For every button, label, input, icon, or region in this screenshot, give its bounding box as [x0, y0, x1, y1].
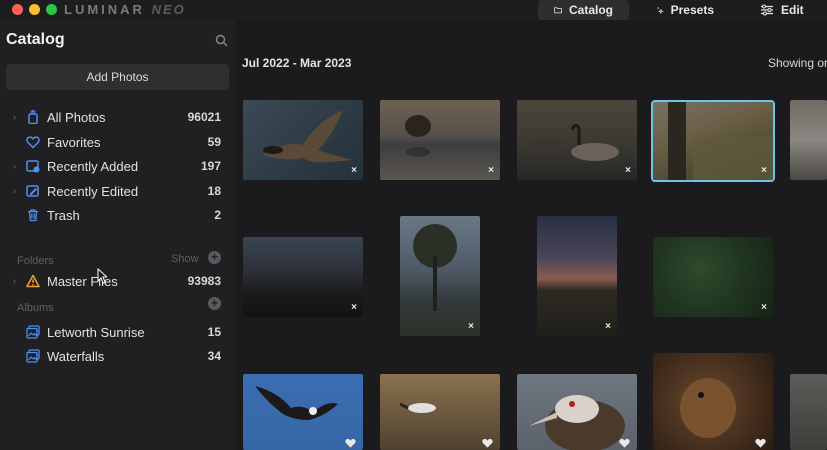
mouse-cursor-icon [97, 268, 107, 284]
heart-icon [26, 136, 40, 149]
zoom-window-button[interactable] [46, 4, 57, 15]
photo-thumbnail-bird-reeds[interactable] [380, 374, 500, 450]
sidebar-item-all-photos[interactable]: › All Photos 96021 [0, 106, 236, 128]
tab-edit-label: Edit [781, 3, 804, 17]
sidebar: Catalog Add Photos › All Photos 96021 Fa… [0, 20, 236, 450]
item-count: 15 [207, 325, 221, 339]
favorite-heart-icon[interactable] [619, 438, 630, 448]
sidebar-item-label: Letworth Sunrise [47, 324, 145, 340]
trash-icon [28, 209, 38, 222]
reject-badge-icon[interactable]: × [761, 165, 767, 176]
sidebar-item-label: All Photos [47, 109, 106, 125]
reject-badge-icon[interactable]: × [351, 165, 357, 176]
minimize-window-button[interactable] [29, 4, 40, 15]
sidebar-item-label: Trash [47, 207, 80, 223]
photo-thumbnail-beaver-closeup[interactable] [653, 353, 773, 450]
recently-added-icon [26, 160, 40, 173]
tab-presets-label: Presets [670, 3, 714, 17]
sidebar-item-label: Master Files [47, 273, 118, 289]
close-window-button[interactable] [12, 4, 23, 15]
beaver-silhouette-icon [405, 115, 431, 157]
tab-catalog[interactable]: Catalog [538, 0, 629, 20]
title-bar: LUMINAR NEO Catalog Presets Edit [0, 0, 827, 20]
add-photos-button[interactable]: Add Photos [6, 64, 229, 90]
photo-thumbnail-partial[interactable] [790, 374, 827, 450]
tab-edit[interactable]: Edit [744, 0, 824, 20]
photo-thumbnail-tree-valley[interactable]: × [400, 216, 480, 336]
sparkle-icon [657, 7, 664, 15]
chevron-right-icon[interactable]: › [13, 112, 16, 122]
add-album-plus-icon[interactable]: + [208, 297, 221, 310]
sidebar-item-waterfalls[interactable]: Waterfalls 34 [0, 345, 236, 367]
chevron-right-icon[interactable]: › [13, 276, 16, 286]
app-logo: LUMINAR NEO [64, 2, 186, 17]
album-icon [26, 349, 40, 363]
sidebar-item-favorites[interactable]: Favorites 59 [0, 131, 236, 153]
date-range-header: Jul 2022 - Mar 2023 [242, 56, 352, 70]
reject-badge-icon[interactable]: × [625, 165, 631, 176]
photo-thumbnail-goose-flying[interactable]: × [243, 100, 363, 180]
showing-label[interactable]: Showing or [768, 56, 827, 70]
tree-silhouette-icon [668, 102, 773, 180]
folder-icon [554, 7, 562, 14]
photo-grid-area: Jul 2022 - Mar 2023 Showing or × × × × ×… [236, 20, 827, 450]
add-folder-plus-icon[interactable]: + [208, 251, 221, 264]
item-count: 2 [214, 208, 221, 222]
sidebar-item-recently-added[interactable]: › Recently Added 197 [0, 155, 236, 177]
folders-header: Folders [17, 255, 54, 267]
sidebar-item-trash[interactable]: Trash 2 [0, 204, 236, 226]
chevron-right-icon[interactable]: › [13, 161, 16, 171]
photo-thumbnail-waterfall-edge[interactable] [790, 100, 827, 180]
tab-presets[interactable]: Presets [640, 0, 730, 20]
reject-badge-icon[interactable]: × [488, 165, 494, 176]
item-count: 93983 [187, 274, 221, 288]
item-count: 96021 [187, 110, 221, 124]
item-count: 34 [207, 349, 221, 363]
reject-badge-icon[interactable]: × [605, 321, 611, 332]
recently-edited-icon [26, 185, 39, 197]
favorite-heart-icon[interactable] [345, 438, 356, 448]
tree-silhouette-icon [413, 224, 457, 311]
photo-thumbnail-beaver-water[interactable]: × [380, 100, 500, 180]
page-title: Catalog [6, 31, 65, 48]
photo-thumbnail-dusk-landscape[interactable]: × [243, 237, 363, 317]
sidebar-item-label: Recently Added [47, 158, 139, 174]
beaver-silhouette-icon [680, 378, 736, 438]
sidebar-item-label: Waterfalls [47, 348, 105, 364]
favorite-heart-icon[interactable] [482, 438, 493, 448]
albums-header: Albums [17, 302, 54, 314]
tab-catalog-label: Catalog [568, 3, 613, 17]
goose-silhouette-icon [263, 110, 353, 163]
search-icon[interactable] [215, 34, 228, 47]
photo-thumbnail-gorge-tree[interactable]: × [651, 100, 775, 182]
sliders-icon [761, 4, 773, 16]
photo-thumbnail-geese-pond[interactable]: × [517, 100, 637, 180]
chevron-right-icon[interactable]: › [13, 186, 16, 196]
photo-thumbnail-grebe-closeup[interactable] [517, 374, 637, 450]
reject-badge-icon[interactable]: × [351, 302, 357, 313]
item-count: 59 [207, 135, 221, 149]
album-icon [26, 325, 40, 339]
item-count: 18 [207, 184, 221, 198]
sidebar-item-label: Recently Edited [47, 183, 139, 199]
item-count: 197 [200, 159, 221, 173]
photo-thumbnail-green-foliage[interactable]: × [653, 237, 773, 317]
all-photos-icon [28, 110, 38, 124]
sidebar-item-recently-edited[interactable]: › Recently Edited 18 [0, 180, 236, 202]
sidebar-item-master-files[interactable]: › Master Files 93983 [0, 270, 236, 292]
warning-icon [26, 274, 40, 288]
photo-thumbnail-eagle-flight[interactable] [243, 374, 363, 450]
sidebar-item-letworth-sunrise[interactable]: Letworth Sunrise 15 [0, 321, 236, 343]
geese-silhouette-icon [531, 123, 619, 161]
sidebar-item-label: Favorites [47, 134, 101, 150]
favorite-heart-icon[interactable] [755, 438, 766, 448]
reject-badge-icon[interactable]: × [468, 321, 474, 332]
reject-badge-icon[interactable]: × [761, 302, 767, 313]
photo-thumbnail-sunset-meadow[interactable]: × [537, 216, 617, 336]
show-folders-link[interactable]: Show [171, 253, 199, 265]
